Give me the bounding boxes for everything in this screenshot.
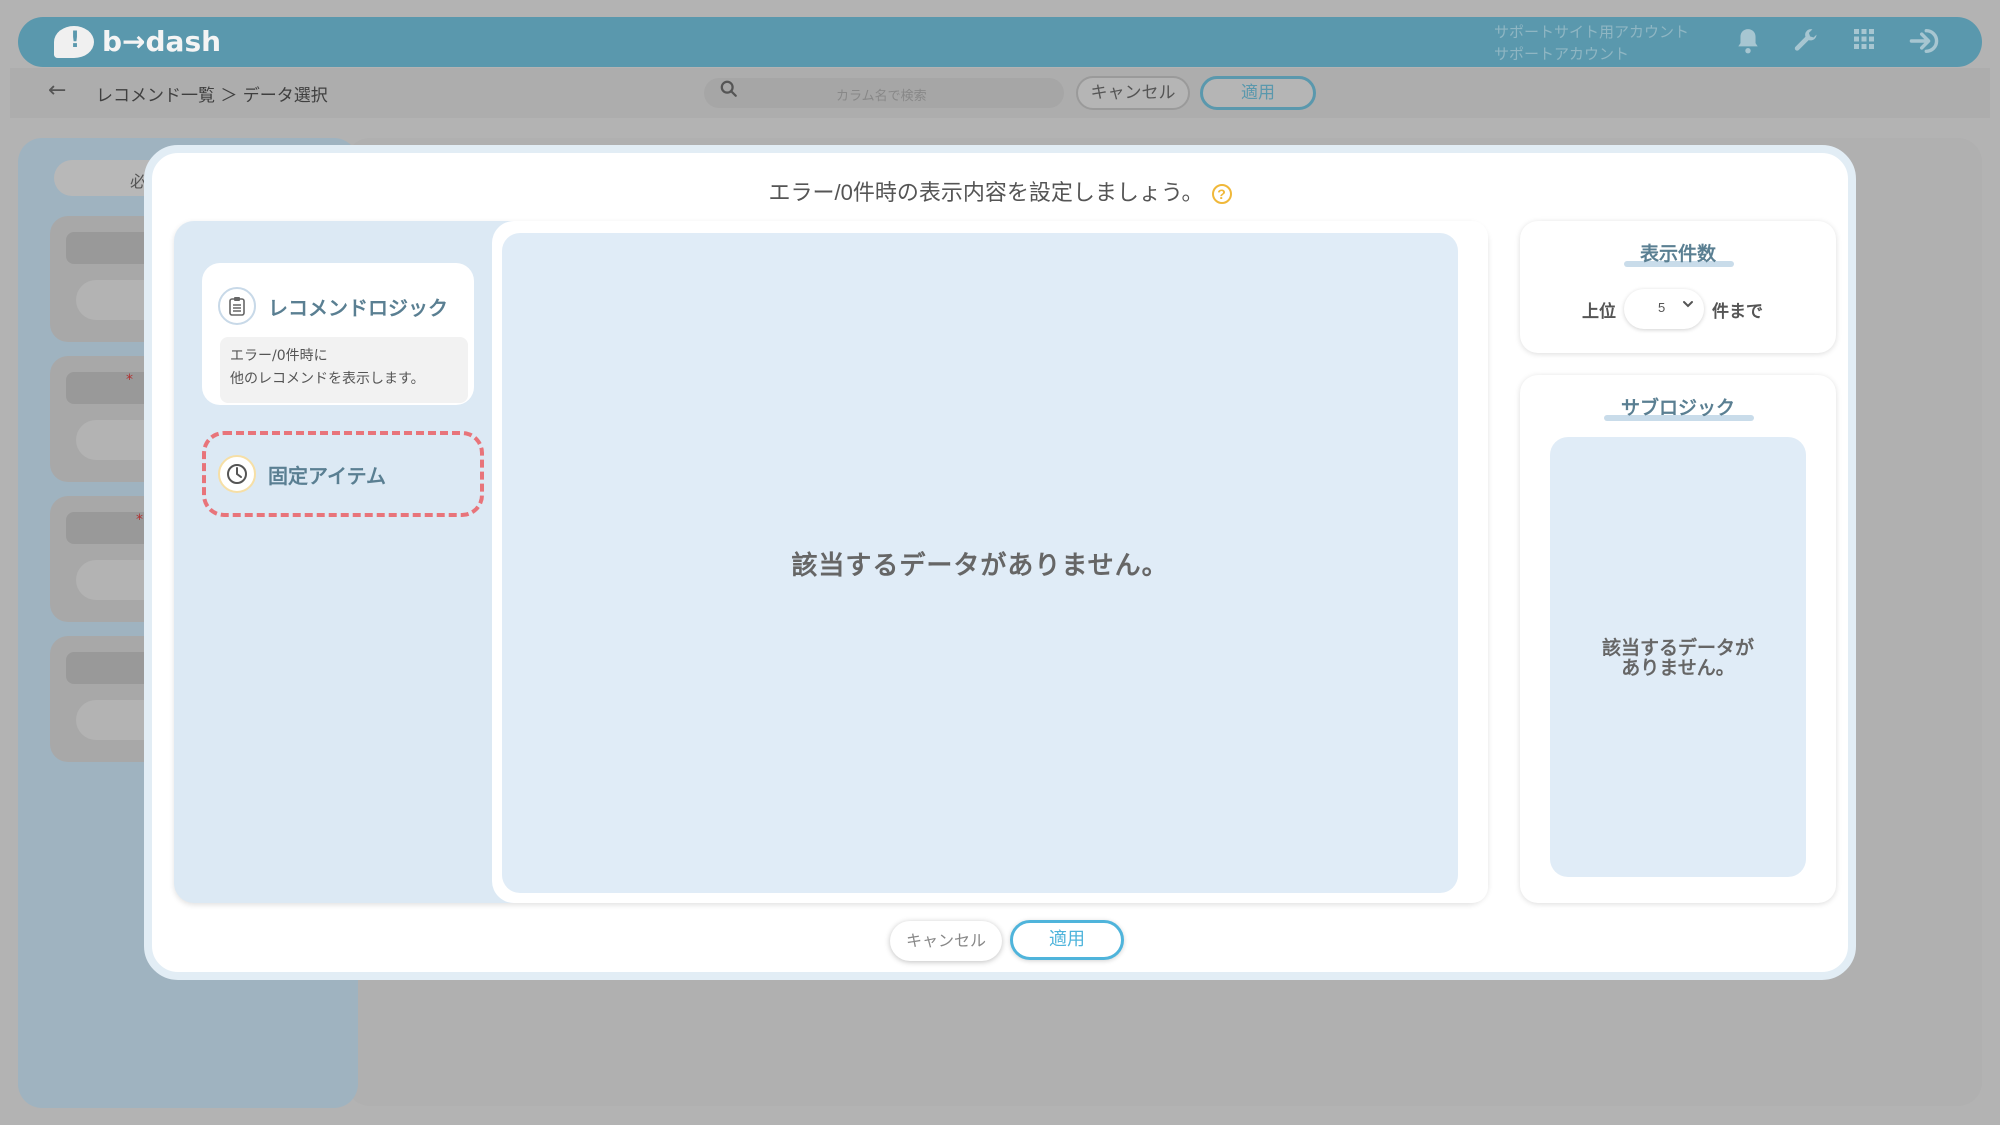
display-count-row: 上位 5 件まで	[1582, 289, 1763, 329]
toolbar-cancel-button[interactable]: キャンセル	[1076, 76, 1190, 110]
app-logo[interactable]: b→dash	[54, 25, 221, 58]
sub-logic-card: サブロジック 該当するデータが ありません。	[1520, 375, 1836, 903]
back-arrow-icon[interactable]: ←	[48, 78, 66, 103]
logic-item-header: 固定アイテム	[218, 455, 386, 493]
grid-icon[interactable]	[1848, 27, 1880, 59]
clock-icon	[218, 455, 256, 493]
search-placeholder: カラム名で検索	[836, 89, 927, 104]
bell-icon[interactable]	[1732, 27, 1764, 59]
account-line-1: サポートサイト用アカウント	[1494, 23, 1690, 41]
count-prefix: 上位	[1582, 301, 1616, 321]
modal-title-text: エラー/0件時の表示内容を設定しましょう。	[768, 180, 1204, 205]
toolbar-apply-button[interactable]: 適用	[1200, 76, 1316, 110]
sub-logic-drop-area: 該当するデータが ありません。	[1550, 437, 1806, 877]
wrench-icon[interactable]	[1790, 27, 1822, 59]
logo-icon	[54, 25, 94, 58]
sub-logic-empty-message: 該当するデータが ありません。	[1550, 639, 1806, 679]
sub-empty-line-1: 該当するデータが	[1601, 638, 1754, 659]
logic-item-recommend-logic[interactable]: レコメンドロジック エラー/0件時に 他のレコメンドを表示します。	[202, 263, 474, 405]
sub-logic-title: サブロジック	[1620, 398, 1735, 419]
empty-message: 該当するデータがありません。	[791, 550, 1169, 580]
logic-item-fixed-items[interactable]: 固定アイテム	[202, 431, 484, 517]
sub-toolbar: ← レコメンド一覧 ＞ データ選択 カラム名で検索 キャンセル 適用	[10, 68, 1990, 118]
preview-area: 該当するデータがありません。	[502, 233, 1458, 893]
sub-empty-line-2: ありません。	[1621, 658, 1735, 679]
logic-item-description: エラー/0件時に 他のレコメンドを表示します。	[220, 337, 468, 403]
logo-text: b→dash	[102, 25, 222, 58]
breadcrumb: レコメンド一覧 ＞ データ選択	[96, 86, 328, 106]
description-line-1: エラー/0件時に	[230, 348, 328, 364]
modal-title: エラー/0件時の表示内容を設定しましょう。?	[152, 175, 1848, 207]
logic-item-label: 固定アイテム	[268, 465, 386, 488]
display-count-title: 表示件数	[1639, 244, 1716, 265]
search-icon	[720, 80, 738, 103]
display-count-card: 表示件数 上位 5 件まで	[1520, 221, 1836, 353]
logout-icon[interactable]	[1908, 27, 1940, 59]
cancel-button[interactable]: キャンセル	[890, 921, 1002, 961]
logic-item-label: レコメンドロジック	[268, 297, 448, 320]
description-line-2: 他のレコメンドを表示します。	[230, 371, 425, 387]
apply-button[interactable]: 適用	[1010, 920, 1124, 960]
count-value: 5	[1658, 300, 1666, 315]
clipboard-icon	[218, 287, 256, 325]
chevron-down-icon	[1682, 297, 1694, 313]
column-search-input[interactable]: カラム名で検索	[704, 78, 1064, 108]
logic-item-header: レコメンドロジック	[218, 287, 448, 325]
top-navigation-bar: b→dash サポートサイト用アカウント サポートアカウント	[18, 17, 1982, 67]
required-mark: *	[126, 372, 133, 388]
help-icon[interactable]: ?	[1211, 184, 1232, 205]
error-settings-modal: エラー/0件時の表示内容を設定しましょう。? レコメンドロジック エラー/0件時…	[144, 145, 1856, 980]
account-info[interactable]: サポートサイト用アカウント サポートアカウント	[1494, 21, 1689, 65]
display-count-select[interactable]: 5	[1624, 289, 1704, 329]
count-suffix: 件まで	[1712, 301, 1763, 321]
account-line-2: サポートアカウント	[1494, 45, 1630, 63]
required-mark: *	[136, 512, 143, 528]
